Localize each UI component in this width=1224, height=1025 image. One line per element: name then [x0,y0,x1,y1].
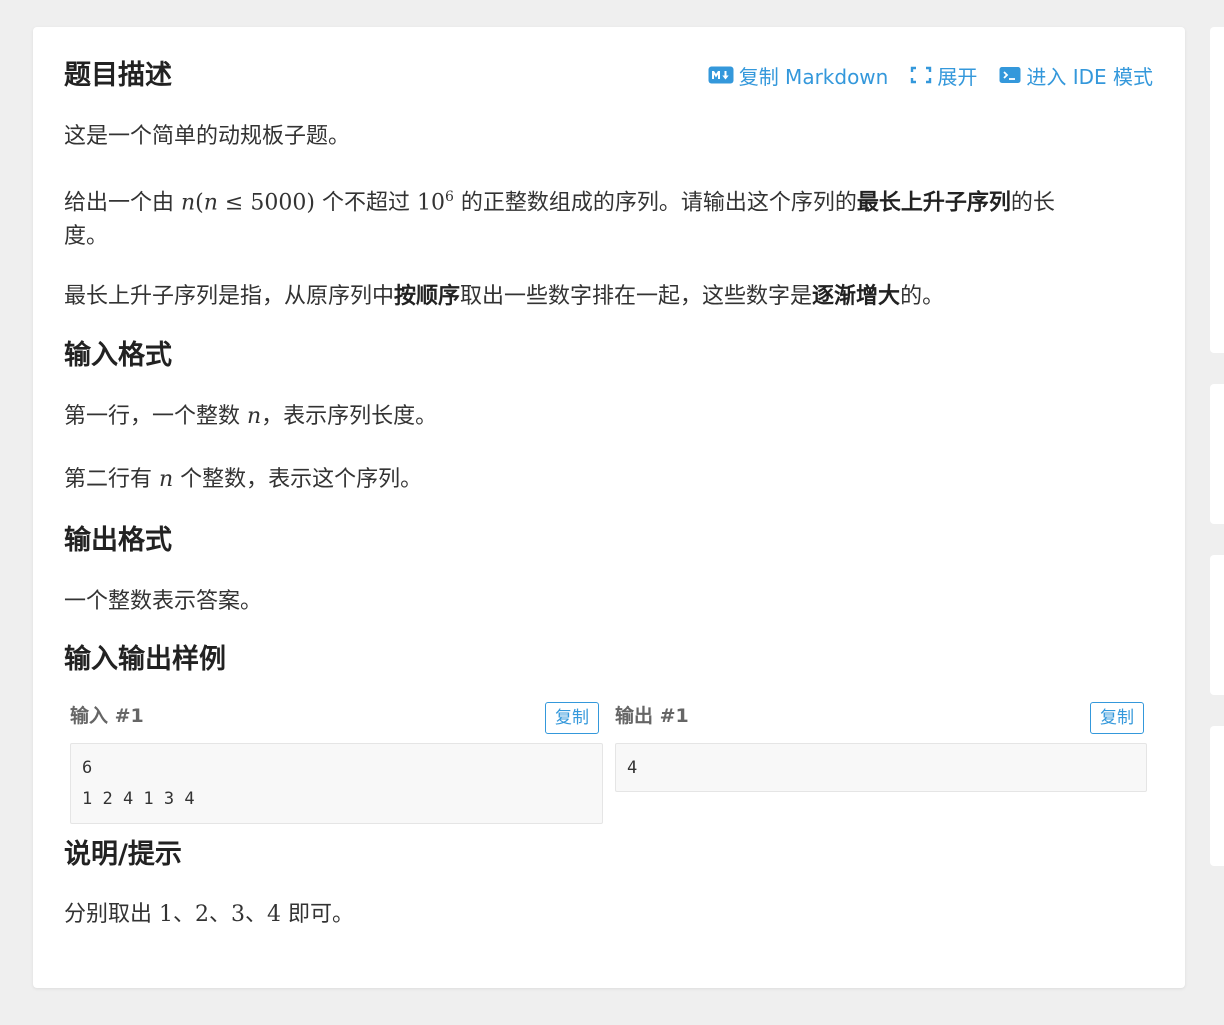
enter-ide-label: 进入 IDE 模式 [1026,64,1153,89]
expand-button[interactable]: 展开 [910,61,977,90]
side-panel-card [1210,726,1224,866]
hint-text: 分别取出 1、2、3、4 即可。 [64,902,355,927]
output-format-text: 一个整数表示答案。 [64,589,263,614]
problem-description-title: 题目描述 [64,60,172,91]
hint-title: 说明/提示 [64,839,182,870]
description-paragraph-3: 最长上升子序列是指，从原序列中按顺序取出一些数字排在一起，这些数字是逐渐增大的。 [64,284,945,309]
copy-markdown-button[interactable]: 复制 Markdown [708,61,889,90]
expand-icon [911,66,932,84]
lis-bold: 最长上升子序列 [856,190,1011,216]
side-panel-card [1210,555,1224,695]
description-paragraph-1: 这是一个简单的动规板子题。 [64,124,351,149]
input-format-title: 输入格式 [64,340,172,371]
copy-markdown-label: 复制 Markdown [738,64,889,89]
problem-card [33,27,1185,988]
terminal-icon [999,67,1021,83]
sample-output-label: 输出 #1 [615,705,689,727]
sample-input-block[interactable]: 6 1 2 4 1 3 4 [70,743,603,824]
input-format-line-1: 第一行，一个整数 n，表示序列长度。 [64,404,438,429]
samples-title: 输入输出样例 [64,644,226,675]
markdown-icon [708,66,734,84]
sample-output-block[interactable]: 4 [615,743,1147,792]
enter-ide-button[interactable]: 进入 IDE 模式 [999,61,1153,90]
problem-actions: 复制 Markdown 展开 进入 IDE 模式 [708,61,1153,90]
description-paragraph-2-cont: 度。 [64,224,109,249]
side-panel-card [1210,384,1224,524]
side-panel-card [1210,27,1224,353]
copy-output-button[interactable]: 复制 [1090,702,1144,734]
description-paragraph-2: 给出一个由 n(n ≤ 5000) 个不超过 106 的正整数组成的序列。请输出… [64,189,1055,216]
expand-label: 展开 [937,64,978,89]
output-format-title: 输出格式 [64,525,172,556]
input-format-line-2: 第二行有 n 个整数，表示这个序列。 [64,467,423,492]
sample-input-label: 输入 #1 [70,705,144,727]
copy-input-button[interactable]: 复制 [545,702,599,734]
